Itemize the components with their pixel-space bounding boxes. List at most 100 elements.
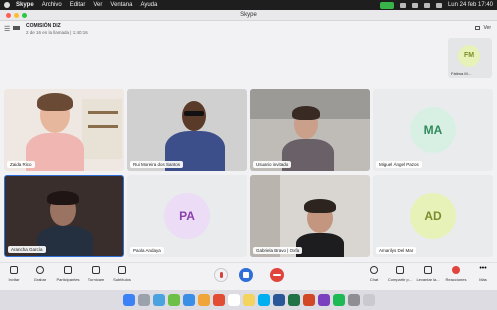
- calendar-icon[interactable]: [227, 294, 240, 306]
- call-status: 2 de 16 en la llamada | 1:40:16: [26, 30, 88, 35]
- camera-in-use-icon[interactable]: [379, 1, 394, 9]
- chrome-icon[interactable]: [197, 294, 210, 306]
- camera-icon: [92, 266, 100, 274]
- apple-icon[interactable]: [4, 2, 10, 8]
- participant-name: Zaida Rico: [7, 161, 35, 168]
- mic-off-icon: [220, 272, 223, 278]
- participants-button[interactable]: Participantes: [54, 266, 82, 282]
- hang-up-icon: [273, 274, 281, 276]
- screen-share-icon: [396, 266, 404, 274]
- participant-name: Arancha García: [8, 246, 46, 253]
- reactions-button[interactable]: Reacciones: [442, 266, 470, 282]
- view-button[interactable]: Ver: [475, 25, 491, 31]
- invite-button[interactable]: Invitar: [0, 266, 28, 282]
- menu-ver[interactable]: Ver: [93, 2, 102, 8]
- word-icon[interactable]: [272, 294, 285, 306]
- window-titlebar: Skype: [0, 10, 497, 21]
- participant-tile[interactable]: Usuario invitado: [250, 89, 370, 171]
- participant-avatar: PA: [164, 193, 210, 239]
- live-label: Turnicam: [87, 277, 105, 282]
- firefox-icon[interactable]: [212, 294, 225, 306]
- more-button[interactable]: ••• Más: [469, 265, 497, 282]
- mail-icon[interactable]: [182, 294, 195, 306]
- record-icon: [36, 266, 44, 274]
- menu-archivo[interactable]: Archivo: [42, 2, 62, 8]
- more-label: Más: [479, 277, 487, 282]
- participant-tile[interactable]: Gabriela Bravo | Oxfa: [250, 175, 370, 257]
- menubar: Skype Archivo Editar Ver Ventana Ayuda L…: [0, 0, 497, 10]
- call-header: ☰ COMISIÓN DIZ 2 de 16 en la llamada | 1…: [0, 21, 497, 37]
- self-name: Fátima M...: [451, 71, 472, 76]
- subtitles-icon: [118, 266, 126, 274]
- menu-editar[interactable]: Editar: [70, 2, 86, 8]
- subtitles-button[interactable]: Subtítulos: [108, 266, 136, 282]
- spotify-icon[interactable]: [332, 294, 345, 306]
- end-call-button[interactable]: [270, 268, 284, 282]
- raise-hand-label: Levantar la...: [416, 277, 440, 282]
- mute-button[interactable]: [214, 268, 228, 282]
- control-center-icon[interactable]: [435, 2, 442, 8]
- share-icon: [10, 266, 18, 274]
- excel-icon[interactable]: [287, 294, 300, 306]
- chat-button[interactable]: Chat: [360, 266, 388, 282]
- chat-icon: [370, 266, 378, 274]
- participant-tile[interactable]: Arancha García: [4, 175, 124, 257]
- powerpoint-icon[interactable]: [302, 294, 315, 306]
- participant-avatar: MA: [410, 107, 456, 153]
- participants-label: Participantes: [56, 277, 80, 282]
- view-button-label: Ver: [483, 25, 491, 31]
- people-icon: [64, 266, 72, 274]
- invite-label: Invitar: [8, 277, 20, 282]
- trash-icon[interactable]: [362, 294, 375, 306]
- skype-icon[interactable]: [257, 294, 270, 306]
- messages-icon[interactable]: [167, 294, 180, 306]
- participant-tile[interactable]: Rui Moreira dos Santos: [127, 89, 247, 171]
- conversation-flag-icon: [13, 26, 20, 30]
- share-label: Compartir p...: [387, 277, 413, 282]
- subtitles-label: Subtítulos: [113, 277, 131, 282]
- safari-icon[interactable]: [152, 294, 165, 306]
- teams-icon[interactable]: [317, 294, 330, 306]
- participant-tile[interactable]: MA Miguel Ángel Pazos: [373, 89, 493, 171]
- record-label: Grabar: [33, 277, 47, 282]
- reactions-label: Reacciones: [445, 277, 467, 282]
- live-button[interactable]: Turnicam: [82, 266, 110, 282]
- participant-tile[interactable]: AD Amarilys Del Mar: [373, 175, 493, 257]
- menu-app-skype[interactable]: Skype: [16, 2, 34, 8]
- participant-name: Usuario invitado: [253, 161, 292, 168]
- participant-avatar: AD: [410, 193, 456, 239]
- participant-name: Amarilys Del Mar: [376, 247, 417, 254]
- menu-icon[interactable]: ☰: [4, 25, 10, 33]
- participant-tile[interactable]: PA Paola Andaya: [127, 175, 247, 257]
- participant-name: Miguel Ángel Pazos: [376, 161, 422, 168]
- finder-icon[interactable]: [122, 294, 135, 306]
- participant-name: Gabriela Bravo | Oxfa: [253, 247, 303, 254]
- participant-name: Paola Andaya: [130, 247, 164, 254]
- record-button[interactable]: Grabar: [26, 266, 54, 282]
- hand-icon: [424, 266, 432, 274]
- notes-icon[interactable]: [242, 294, 255, 306]
- launchpad-icon[interactable]: [137, 294, 150, 306]
- menubar-clock[interactable]: Lun 24 feb 17:40: [448, 2, 493, 8]
- participant-name: Rui Moreira dos Santos: [130, 161, 184, 168]
- menu-ventana[interactable]: Ventana: [110, 2, 132, 8]
- self-preview[interactable]: FM Fátima M...: [448, 38, 492, 78]
- share-screen-button[interactable]: Compartir p...: [386, 266, 414, 282]
- battery-icon[interactable]: [399, 2, 406, 8]
- search-icon[interactable]: [423, 2, 430, 8]
- video-toggle-button[interactable]: [239, 268, 253, 282]
- menu-ayuda[interactable]: Ayuda: [140, 2, 157, 8]
- call-toolbar: Invitar Grabar Participantes Turnicam Su…: [0, 262, 497, 290]
- more-icon: •••: [479, 265, 487, 272]
- wifi-icon[interactable]: [411, 2, 418, 8]
- participant-tile[interactable]: Zaida Rico: [4, 89, 124, 171]
- self-avatar: FM: [458, 45, 480, 67]
- grid-view-icon: [475, 26, 481, 30]
- macos-dock: [0, 290, 497, 310]
- raise-hand-button[interactable]: Levantar la...: [414, 266, 442, 282]
- chat-label: Chat: [369, 277, 379, 282]
- settings-icon[interactable]: [347, 294, 360, 306]
- conversation-name[interactable]: COMISIÓN DIZ: [26, 23, 61, 29]
- window-title: Skype: [240, 12, 257, 18]
- heart-icon: [452, 266, 460, 274]
